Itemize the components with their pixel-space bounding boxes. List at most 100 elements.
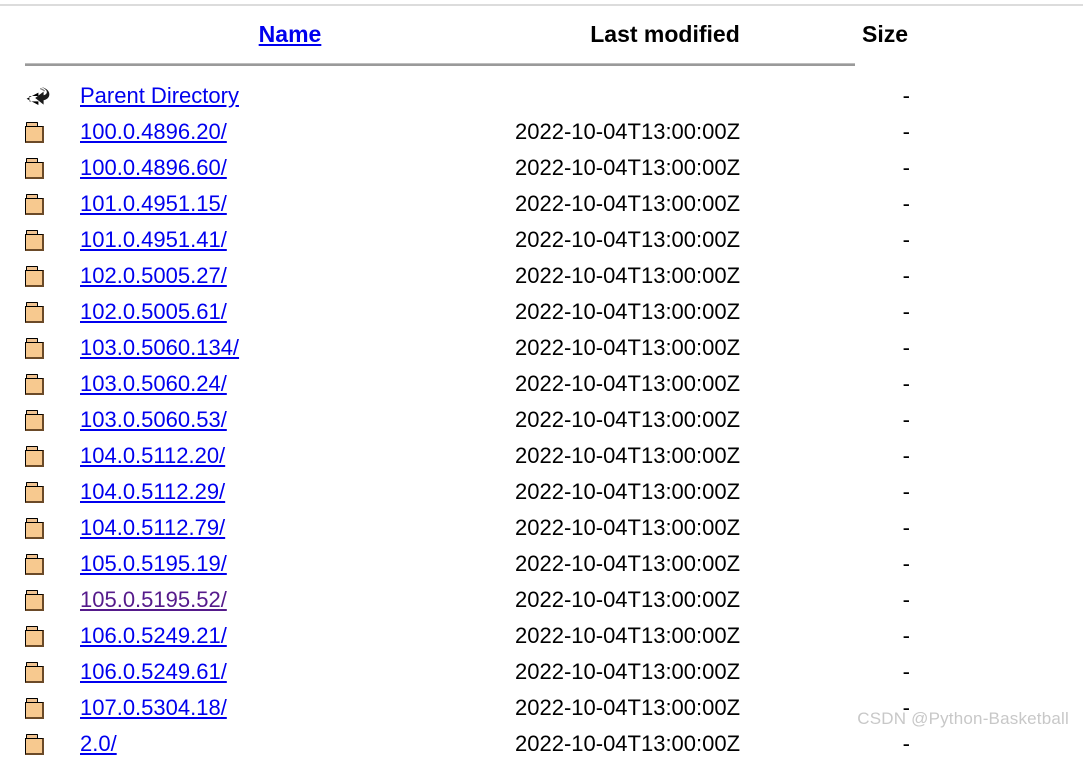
entry-icon-cell — [0, 510, 80, 546]
sort-by-name-link[interactable]: Name — [259, 21, 322, 47]
table-row[interactable]: 104.0.5112.29/2022-10-04T13:00:00Z - — [0, 474, 940, 510]
entry-last-modified-cell: 2022-10-04T13:00:00Z — [515, 119, 741, 144]
entry-last-modified-cell: 2022-10-04T13:00:00Z — [515, 335, 741, 360]
parent-directory-name-cell: Parent Directory — [80, 78, 500, 114]
entry-name-cell: 107.0.5304.18/ — [80, 690, 500, 726]
folder-icon — [25, 590, 45, 612]
table-row[interactable]: 106.0.5249.21/2022-10-04T13:00:00Z - — [0, 618, 940, 654]
entry-icon-cell — [0, 582, 80, 618]
folder-icon — [25, 302, 45, 324]
horizontal-rule — [25, 63, 855, 66]
table-row[interactable]: 104.0.5112.20/2022-10-04T13:00:00Z - — [0, 438, 940, 474]
directory-link[interactable]: 106.0.5249.61/ — [80, 659, 227, 684]
header-separator-row — [0, 56, 940, 78]
table-row[interactable]: 101.0.4951.41/2022-10-04T13:00:00Z - — [0, 222, 940, 258]
entry-last-modified-cell: 2022-10-04T13:00:00Z — [515, 155, 741, 180]
table-row[interactable]: 100.0.4896.60/2022-10-04T13:00:00Z - — [0, 150, 940, 186]
table-row[interactable]: 103.0.5060.24/2022-10-04T13:00:00Z - — [0, 366, 940, 402]
header-size-label: Size — [861, 20, 909, 47]
table-row[interactable]: 102.0.5005.61/2022-10-04T13:00:00Z - — [0, 294, 940, 330]
folder-icon — [25, 554, 45, 576]
table-row[interactable]: 107.0.5304.18/2022-10-04T13:00:00Z - — [0, 690, 940, 726]
folder-icon — [25, 626, 45, 648]
entry-name-cell: 101.0.4951.41/ — [80, 222, 500, 258]
directory-link[interactable]: 105.0.5195.52/ — [80, 587, 227, 612]
folder-icon — [25, 410, 45, 432]
directory-link[interactable]: 105.0.5195.19/ — [80, 551, 227, 576]
directory-link[interactable]: 106.0.5249.21/ — [80, 623, 227, 648]
entry-name-cell: 102.0.5005.61/ — [80, 294, 500, 330]
folder-icon — [25, 122, 45, 144]
entry-icon-cell — [0, 150, 80, 186]
entry-last-modified-cell: 2022-10-04T13:00:00Z — [515, 551, 741, 576]
directory-link[interactable]: 100.0.4896.60/ — [80, 155, 227, 180]
directory-link[interactable]: 103.0.5060.134/ — [80, 335, 239, 360]
entry-last-modified-cell: 2022-10-04T13:00:00Z — [515, 623, 741, 648]
entry-last-modified-cell: 2022-10-04T13:00:00Z — [515, 227, 741, 252]
entry-icon-cell — [0, 258, 80, 294]
table-row[interactable]: 104.0.5112.79/2022-10-04T13:00:00Z - — [0, 510, 940, 546]
directory-link[interactable]: 101.0.4951.15/ — [80, 191, 227, 216]
folder-icon — [25, 662, 45, 684]
table-row[interactable]: 106.0.5249.61/2022-10-04T13:00:00Z - — [0, 654, 940, 690]
entry-last-modified-cell: 2022-10-04T13:00:00Z — [515, 371, 741, 396]
entry-icon-cell — [0, 114, 80, 150]
table-row[interactable]: 105.0.5195.52/2022-10-04T13:00:00Z - — [0, 582, 940, 618]
folder-icon — [25, 194, 45, 216]
entry-last-modified-cell: 2022-10-04T13:00:00Z — [515, 587, 741, 612]
table-row[interactable]: 105.0.5195.19/2022-10-04T13:00:00Z - — [0, 546, 940, 582]
entry-size-cell: - — [902, 659, 910, 684]
directory-link[interactable]: 102.0.5005.27/ — [80, 263, 227, 288]
directory-link[interactable]: 103.0.5060.53/ — [80, 407, 227, 432]
entry-name-cell: 106.0.5249.61/ — [80, 654, 500, 690]
table-row[interactable]: 101.0.4951.15/2022-10-04T13:00:00Z - — [0, 186, 940, 222]
directory-link[interactable]: 2.0/ — [80, 731, 117, 756]
entry-size-cell: - — [902, 623, 910, 648]
entry-name-cell: 103.0.5060.53/ — [80, 402, 500, 438]
entry-size-cell: - — [902, 407, 910, 432]
entry-last-modified-cell: 2022-10-04T13:00:00Z — [515, 299, 741, 324]
directory-link[interactable]: 103.0.5060.24/ — [80, 371, 227, 396]
parent-directory-row[interactable]: Parent Directory - — [0, 78, 940, 114]
directory-entries: Parent Directory - 100.0.4896.20/2022-10… — [0, 78, 940, 762]
entry-last-modified-cell: 2022-10-04T13:00:00Z — [515, 191, 741, 216]
table-row[interactable]: 103.0.5060.53/2022-10-04T13:00:00Z - — [0, 402, 940, 438]
entry-size-cell: - — [902, 299, 910, 324]
entry-last-modified-cell: 2022-10-04T13:00:00Z — [515, 659, 741, 684]
folder-icon — [25, 338, 45, 360]
directory-link[interactable]: 107.0.5304.18/ — [80, 695, 227, 720]
table-row[interactable]: 2.0/2022-10-04T13:00:00Z - — [0, 726, 940, 762]
directory-link[interactable]: 104.0.5112.29/ — [80, 479, 225, 504]
parent-directory-icon-cell — [0, 78, 80, 114]
folder-icon — [25, 446, 45, 468]
directory-link[interactable]: 101.0.4951.41/ — [80, 227, 227, 252]
parent-directory-link[interactable]: Parent Directory — [80, 83, 239, 108]
entry-name-cell: 104.0.5112.29/ — [80, 474, 500, 510]
entry-size-cell: - — [902, 263, 910, 288]
entry-size-cell: - — [902, 155, 910, 180]
entry-size-cell: - — [902, 551, 910, 576]
entry-name-cell: 104.0.5112.79/ — [80, 510, 500, 546]
table-row[interactable]: 102.0.5005.27/2022-10-04T13:00:00Z - — [0, 258, 940, 294]
entry-size-cell: - — [902, 731, 910, 756]
page-top-rule — [0, 4, 1083, 6]
entry-name-cell: 100.0.4896.60/ — [80, 150, 500, 186]
folder-icon — [25, 374, 45, 396]
folder-icon — [25, 230, 45, 252]
table-row[interactable]: 100.0.4896.20/2022-10-04T13:00:00Z - — [0, 114, 940, 150]
entry-name-cell: 104.0.5112.20/ — [80, 438, 500, 474]
folder-icon — [25, 482, 45, 504]
entry-last-modified-cell: 2022-10-04T13:00:00Z — [515, 695, 741, 720]
table-row[interactable]: 103.0.5060.134/2022-10-04T13:00:00Z - — [0, 330, 940, 366]
directory-link[interactable]: 104.0.5112.79/ — [80, 515, 225, 540]
directory-link[interactable]: 100.0.4896.20/ — [80, 119, 227, 144]
folder-icon — [25, 734, 45, 756]
entry-icon-cell — [0, 618, 80, 654]
parent-directory-date-cell — [500, 78, 830, 114]
directory-link[interactable]: 104.0.5112.20/ — [80, 443, 225, 468]
entry-icon-cell — [0, 726, 80, 762]
entry-icon-cell — [0, 402, 80, 438]
entry-size-cell: - — [902, 119, 910, 144]
directory-link[interactable]: 102.0.5005.61/ — [80, 299, 227, 324]
entry-name-cell: 103.0.5060.134/ — [80, 330, 500, 366]
